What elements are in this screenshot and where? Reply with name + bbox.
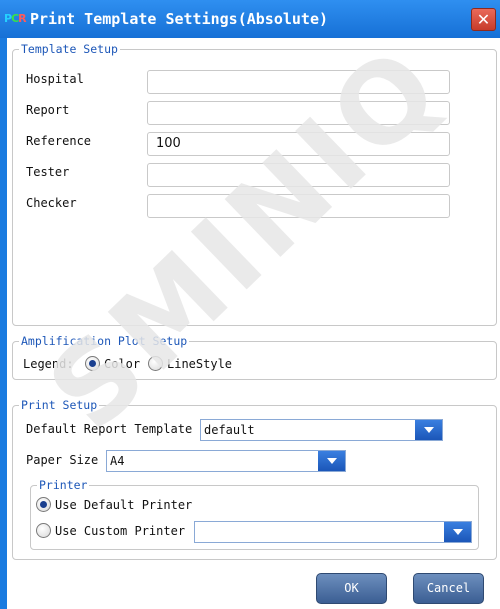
window-title: Print Template Settings(Absolute): [30, 10, 329, 28]
custom-printer-radio[interactable]: [36, 523, 51, 538]
checker-field[interactable]: [147, 194, 450, 218]
chevron-down-icon[interactable]: [444, 522, 471, 542]
paper-size-select[interactable]: A4: [106, 450, 346, 472]
hospital-label: Hospital: [26, 72, 84, 86]
default-printer-radio[interactable]: [36, 497, 51, 512]
legend-label: Legend:: [23, 357, 74, 371]
default-template-select[interactable]: default: [200, 419, 443, 441]
reference-field[interactable]: 100: [147, 132, 450, 156]
print-setup-legend: Print Setup: [19, 398, 100, 412]
ok-button[interactable]: OK: [316, 573, 387, 604]
report-field[interactable]: [147, 101, 450, 125]
template-setup-legend: Template Setup: [19, 42, 120, 56]
linestyle-option-label[interactable]: LineStyle: [167, 357, 232, 371]
hospital-field[interactable]: [147, 70, 450, 94]
close-icon[interactable]: ✕: [471, 8, 496, 31]
default-printer-label[interactable]: Use Default Printer: [55, 498, 192, 512]
dialog-window: PCR Print Template Settings(Absolute) ✕ …: [0, 0, 500, 609]
chevron-down-icon[interactable]: [318, 451, 345, 471]
paper-size-label: Paper Size: [26, 453, 99, 467]
dialog-body: Template Setup Hospital Report Reference…: [7, 38, 500, 609]
chevron-down-icon[interactable]: [415, 420, 442, 440]
tester-field[interactable]: [147, 163, 450, 187]
custom-printer-select[interactable]: [194, 521, 472, 543]
checker-label: Checker: [26, 196, 77, 210]
custom-printer-label[interactable]: Use Custom Printer: [55, 524, 185, 538]
title-bar[interactable]: PCR Print Template Settings(Absolute) ✕: [0, 0, 500, 38]
linestyle-radio[interactable]: [148, 356, 163, 371]
cancel-button[interactable]: Cancel: [413, 573, 484, 604]
default-template-label: Default Report Template: [26, 422, 193, 436]
reference-label: Reference: [26, 134, 92, 148]
color-option-label[interactable]: Color: [104, 357, 140, 371]
color-radio[interactable]: [85, 356, 100, 371]
amplification-plot-group: Amplification Plot Setup Legend: Color L…: [12, 334, 497, 380]
report-label: Report: [26, 103, 70, 117]
printer-legend: Printer: [37, 478, 90, 492]
tester-label: Tester: [26, 165, 70, 179]
print-setup-group: Print Setup Default Report Template defa…: [12, 398, 497, 560]
paper-size-value: A4: [110, 454, 125, 468]
default-template-value: default: [204, 423, 255, 437]
template-setup-group: Template Setup Hospital Report Reference…: [12, 42, 497, 326]
pcr-app-icon: PCR: [4, 12, 27, 25]
amplification-legend: Amplification Plot Setup: [19, 334, 190, 348]
printer-group: Printer Use Default Printer Use Custom P…: [30, 478, 479, 550]
